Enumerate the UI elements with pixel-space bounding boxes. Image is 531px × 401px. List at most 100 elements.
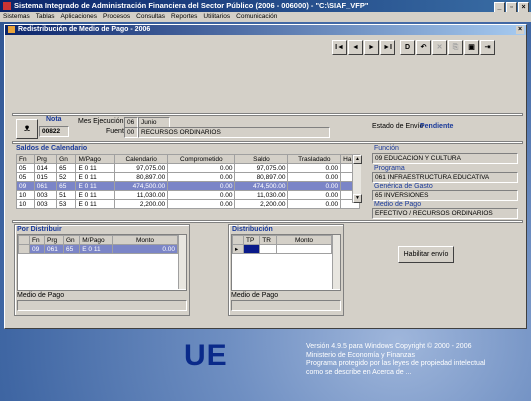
distribucion-grid: TP TR Monto ▸ xyxy=(231,234,341,291)
first-record-button[interactable]: I◄ xyxy=(332,40,347,55)
exit-button[interactable]: ⇥ xyxy=(480,40,495,55)
mes-label: Mes Ejecución xyxy=(78,118,124,125)
new-button[interactable]: D xyxy=(400,40,415,55)
cell: 2,200.00 xyxy=(234,199,289,209)
cell-active[interactable] xyxy=(242,244,261,254)
row-indicator xyxy=(18,235,30,245)
cell: 014 xyxy=(33,163,58,173)
col-calendario: Calendario xyxy=(114,154,169,164)
cell: E 0 11 xyxy=(75,163,116,173)
programa-field: 061 INFRAESTRUCTURA EDUCATIVA xyxy=(372,172,518,183)
menu-procesos[interactable]: Procesos xyxy=(103,13,130,20)
prev-record-button[interactable]: ◄ xyxy=(348,40,363,55)
window-icon xyxy=(8,26,15,33)
cell: E 0 11 xyxy=(75,190,116,200)
menu-reportes[interactable]: Reportes xyxy=(171,13,197,20)
navigation-toolbar: I◄ ◄ ► ►I D ↶ ✕ ⎘ ▣ ⇥ xyxy=(332,40,496,56)
cell: 05 xyxy=(16,172,35,182)
table-row[interactable]: ▸ xyxy=(232,244,332,254)
menu-comunicacion[interactable]: Comunicación xyxy=(236,13,277,20)
cell: 97,075.00 xyxy=(114,163,169,173)
app-title: Sistema Integrado de Administración Fina… xyxy=(14,1,369,10)
cell: 0.00 xyxy=(167,190,236,200)
por-distribuir-scrollbar[interactable] xyxy=(178,235,186,289)
por-distribuir-medio-label: Medio de Pago xyxy=(17,292,65,299)
por-distribuir-grid: Fn Prg Gn M/Pago Monto 09 061 65 E 0 11 0.00 xyxy=(17,234,187,291)
cell: 09 xyxy=(16,181,35,191)
table-row[interactable]: 05 014 65 E 0 11 97,075.00 0.00 97,075.00 0.00 xyxy=(16,163,360,173)
cell: 80,897.00 xyxy=(234,172,289,182)
distribucion-scrollbar[interactable] xyxy=(332,235,340,289)
menubar: Sistemas Tablas Aplicaciones Procesos Consul… xyxy=(0,12,531,22)
cell: 65 xyxy=(56,163,77,173)
cell: 10 xyxy=(16,199,35,209)
funcion-label: Función xyxy=(374,145,399,152)
scroll-down-icon[interactable]: ▼ xyxy=(353,194,362,203)
window-titlebar: Redistribución de Medio de Pago - 2006 × xyxy=(5,25,526,35)
cell: 65 xyxy=(56,181,77,191)
cell: 52 xyxy=(56,172,77,182)
cell: 0.00 xyxy=(287,172,342,182)
saldos-table: Fn Prg Gn M/Pago Calendario Comprometido… xyxy=(16,154,360,209)
cell: E 0 11 xyxy=(75,172,116,182)
estado-label: Estado de Envío xyxy=(372,123,424,130)
cell: 003 xyxy=(33,199,58,209)
table-row-selected[interactable]: 09 061 65 E 0 11 474,500.00 0.00 474,500.00 0.0… xyxy=(16,181,360,191)
undo-button[interactable]: ↶ xyxy=(416,40,431,55)
cell: 0.00 xyxy=(167,181,236,191)
cell: 0.00 xyxy=(287,163,342,173)
saldos-scrollbar[interactable]: ▲ ▼ xyxy=(352,155,362,203)
fuente-code-field[interactable]: 00 xyxy=(124,127,138,138)
window-close-button[interactable]: × xyxy=(516,26,524,34)
cell: 0.00 xyxy=(167,163,236,173)
habilitar-envio-button[interactable]: Habilitar envío xyxy=(398,246,454,263)
cell: 0.00 xyxy=(167,172,236,182)
last-record-button[interactable]: ►I xyxy=(380,40,395,55)
col-monto: Monto xyxy=(112,235,178,245)
cell: 11,030.00 xyxy=(114,190,169,200)
col-monto: Monto xyxy=(276,235,332,245)
version-info: Versión 4.9.5 para Windows Copyright © 2… xyxy=(306,343,485,377)
cell: 80,897.00 xyxy=(114,172,169,182)
copyright-line: Programa protegido por las leyes de prop… xyxy=(306,360,486,367)
scroll-up-icon[interactable]: ▲ xyxy=(353,155,362,164)
menu-aplicaciones[interactable]: Aplicaciones xyxy=(61,13,98,20)
ue-logo: UE xyxy=(184,339,228,372)
row-indicator xyxy=(232,235,244,245)
table-row[interactable]: 10 003 53 E 0 11 2,200.00 0.00 2,200.00 0.00 xyxy=(16,199,360,209)
generica-label: Genérica de Gasto xyxy=(374,183,433,190)
cell[interactable] xyxy=(276,244,332,254)
next-record-button[interactable]: ► xyxy=(364,40,379,55)
nota-field[interactable]: 00822 xyxy=(39,126,69,137)
distribucion-medio-field xyxy=(231,300,341,311)
app-titlebar: Sistema Integrado de Administración Fina… xyxy=(0,0,531,13)
delete-button[interactable]: ✕ xyxy=(432,40,447,55)
binoculars-search-icon[interactable]: ᴥ xyxy=(16,119,38,139)
cell: E 0 11 xyxy=(75,181,116,191)
cell: 0.00 xyxy=(287,190,342,200)
cell: 0.00 xyxy=(287,181,342,191)
row-indicator: ▸ xyxy=(232,244,244,254)
edit-button[interactable]: ⎘ xyxy=(448,40,463,55)
medio-pago-label: Medio de Pago xyxy=(374,201,422,208)
distribucion-medio-label: Medio de Pago xyxy=(231,292,279,299)
menu-sistemas[interactable]: Sistemas xyxy=(3,13,30,20)
col-saldo: Saldo xyxy=(234,154,289,164)
table-row[interactable]: 05 015 52 E 0 11 80,897.00 0.00 80,897.00 0.00 xyxy=(16,172,360,182)
cell: 003 xyxy=(33,190,58,200)
save-button[interactable]: ▣ xyxy=(464,40,479,55)
cell: 061 xyxy=(44,244,64,254)
menu-tablas[interactable]: Tablas xyxy=(36,13,55,20)
version-line: Versión 4.9.5 para Windows Copyright © 2… xyxy=(306,343,472,350)
cell: 65 xyxy=(62,244,81,254)
menu-utilitarios[interactable]: Utilitarios xyxy=(203,13,230,20)
col-fn: Fn xyxy=(28,235,46,245)
menu-consultas[interactable]: Consultas xyxy=(136,13,165,20)
cell: 10 xyxy=(16,190,35,200)
cell[interactable] xyxy=(259,244,277,254)
table-row[interactable]: 10 003 51 E 0 11 11,030.00 0.00 11,030.00 0.00 xyxy=(16,190,360,200)
table-row-selected[interactable]: 09 061 65 E 0 11 0.00 xyxy=(18,244,178,254)
col-gn: Gn xyxy=(56,154,77,164)
cell: 474,500.00 xyxy=(234,181,289,191)
nota-label: Nota xyxy=(46,116,62,123)
